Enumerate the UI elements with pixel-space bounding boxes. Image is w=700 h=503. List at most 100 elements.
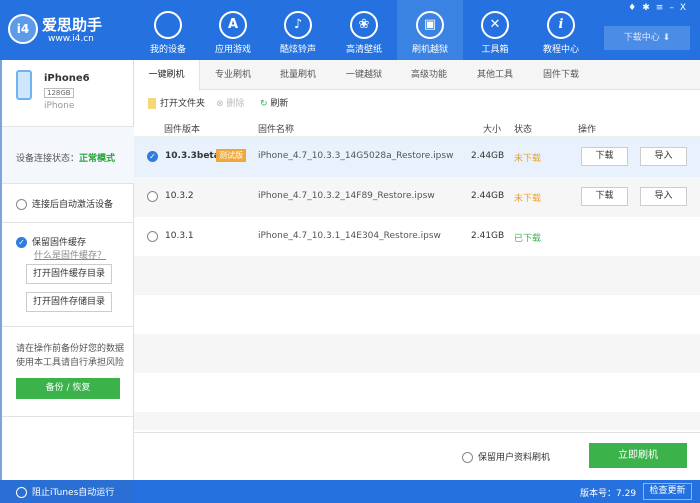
empty-row [134,334,700,373]
flash-now-button[interactable]: 立即刷机 [589,443,687,468]
refresh-button[interactable]: ↻ 刷新 [260,96,288,109]
delete-label: 删除 [226,99,245,109]
firmware-version: 10.3.3beta [165,151,220,161]
tab-advanced[interactable]: 高级功能 [396,60,462,90]
warning-section: 请在操作前备份好您的数据 使用本工具请自行承担风险 备份 / 恢复 [2,327,134,417]
import-button[interactable]: 导入 [640,187,687,206]
table-row[interactable]: 10.3.2 iPhone_4.7_10.3.2_14F89_Restore.i… [134,177,700,217]
keep-data-radio[interactable] [462,452,473,463]
gear-icon[interactable]: ✱ [642,3,656,13]
empty-row [134,256,700,295]
firmware-version: 10.3.1 [165,231,194,241]
nav-wallpapers[interactable]: ❀ 高清壁纸 [331,0,397,60]
appstore-icon: A [219,11,247,39]
connection-status: 设备连接状态：正常模式 [2,127,134,184]
tab-one-click-flash[interactable]: 一键刷机 [134,60,200,91]
import-button[interactable]: 导入 [640,147,687,166]
refresh-icon: ↻ [260,99,268,109]
cache-section: ✓ 保留固件缓存 什么是固件缓存？ 打开固件缓存目录 打开固件存储目录 [2,223,134,327]
nav-label: 工具箱 [481,45,509,55]
nav-label: 教程中心 [542,45,579,55]
block-itunes-label: 阻止iTunes自动运行 [32,488,115,498]
col-version: 固件版本 [164,125,201,135]
shirt-icon[interactable]: ♦ [628,3,642,13]
nav-apps[interactable]: A 应用游戏 [200,0,266,60]
table-row[interactable]: 10.3.1 iPhone_4.7_10.3.1_14E304_Restore.… [134,217,700,257]
table-row[interactable]: ✓ 10.3.3beta 测试版 iPhone_4.7_10.3.3_14G50… [134,137,700,177]
row-select-checked[interactable]: ✓ [147,151,158,162]
row-select-radio[interactable] [147,231,158,242]
refresh-label: 刷新 [270,99,289,109]
nav-ringtones[interactable]: ♪ 酷炫铃声 [265,0,331,60]
beta-badge: 测试版 [216,149,246,162]
tab-other-tools[interactable]: 其他工具 [462,60,528,90]
app-url: www.i4.cn [48,34,94,44]
flower-icon: ❀ [350,11,378,39]
firmware-size: 2.44GB [471,151,505,161]
info-icon: i [547,11,575,39]
download-icon: ⬇ [662,33,671,43]
window-controls: ♦✱≡–X [628,3,692,13]
tab-firmware-download[interactable]: 固件下载 [528,60,594,90]
nav-my-device[interactable]: 我的设备 [135,0,201,60]
open-folder-button[interactable]: 打开文件夹 [148,96,205,109]
device-card: iPhone6 128GB iPhone [2,60,134,127]
keep-cache-checkbox[interactable]: ✓ [16,237,27,248]
menu-icon[interactable]: ≡ [656,3,670,13]
nav-flash-jailbreak[interactable]: ▣ 刷机越狱 [397,0,463,60]
warning-line-2: 使用本工具请自行承担风险 [16,358,125,368]
auto-activate-label: 连接后自动激活设备 [32,200,114,210]
col-size: 大小 [483,125,502,135]
download-button[interactable]: 下载 [581,187,628,206]
box-icon: ▣ [416,11,444,39]
nav-label: 刷机越狱 [411,45,448,55]
device-name: iPhone6 [44,73,90,84]
cache-help-link[interactable]: 什么是固件缓存？ [34,248,106,261]
open-cache-dir-button[interactable]: 打开固件缓存目录 [26,264,112,284]
nav-tutorials[interactable]: i 教程中心 [528,0,594,60]
sidebar: iPhone6 128GB iPhone 设备连接状态：正常模式 连接后自动激活… [0,60,134,480]
download-button[interactable]: 下载 [581,147,628,166]
auto-activate-radio[interactable] [16,199,27,210]
app-name: 爱思助手 [42,16,103,34]
block-itunes-radio[interactable] [16,487,27,498]
nav-label: 酷炫铃声 [279,45,316,55]
download-center-button[interactable]: 下载中心 ⬇ [604,26,690,50]
warning-line-1: 请在操作前备份好您的数据 [16,344,125,354]
keep-cache-label: 保留固件缓存 [32,238,87,248]
firmware-version: 10.3.2 [165,191,194,201]
download-status: 未下载 [514,154,542,164]
firmware-name: iPhone_4.7_10.3.1_14E304_Restore.ipsw [258,231,441,241]
download-center-label: 下载中心 [623,33,660,43]
row-select-radio[interactable] [147,191,158,202]
minimize-icon[interactable]: – [669,3,680,13]
col-name: 固件名称 [258,125,295,135]
tab-pro-flash[interactable]: 专业刷机 [200,60,266,90]
col-actions: 操作 [578,125,597,135]
open-store-dir-button[interactable]: 打开固件存储目录 [26,292,112,312]
download-status: 未下载 [514,194,542,204]
col-status: 状态 [514,125,533,135]
auto-activate-option[interactable]: 连接后自动激活设备 [2,184,134,223]
tab-batch-flash[interactable]: 批量刷机 [265,60,331,90]
tab-bar: 一键刷机 专业刷机 批量刷机 一键越狱 高级功能 其他工具 固件下载 [134,60,700,91]
download-status: 已下载 [514,234,542,244]
open-folder-label: 打开文件夹 [160,99,206,109]
backup-restore-button[interactable]: 备份 / 恢复 [16,378,120,399]
table-header: 固件版本 固件名称 大小 状态 操作 [134,118,700,137]
apple-icon [154,11,182,39]
nav-label: 高清壁纸 [345,45,382,55]
tab-jailbreak[interactable]: 一键越狱 [331,60,397,90]
empty-row [134,412,700,430]
close-icon[interactable]: X [680,3,692,13]
firmware-size: 2.44GB [471,191,505,201]
nav-toolbox[interactable]: ✕ 工具箱 [462,0,528,60]
action-bar: 保留用户资料刷机 立即刷机 [134,432,700,480]
block-itunes-option[interactable]: 阻止iTunes自动运行 [16,485,114,498]
bell-icon: ♪ [284,11,312,39]
tools-icon: ✕ [481,11,509,39]
check-update-button[interactable]: 检查更新 [643,483,692,500]
keep-data-option[interactable]: 保留用户资料刷机 [462,450,550,463]
firmware-name: iPhone_4.7_10.3.3_14G5028a_Restore.ipsw [258,151,454,161]
delete-button[interactable]: ⊗ 删除 [216,96,244,109]
